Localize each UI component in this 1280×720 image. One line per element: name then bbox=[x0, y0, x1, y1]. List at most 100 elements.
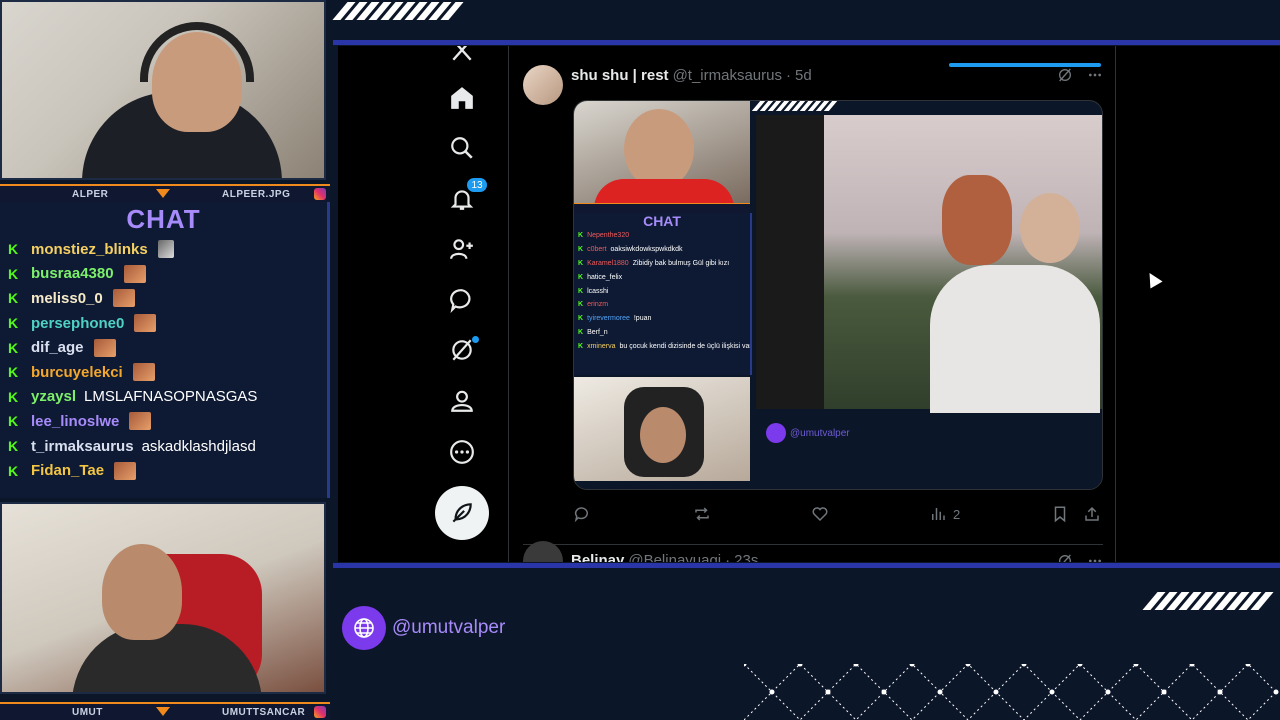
kick-badge-icon: K bbox=[578, 301, 584, 309]
chat-username[interactable]: dif_age bbox=[31, 339, 84, 356]
tweet-time[interactable]: 5d bbox=[795, 67, 812, 84]
grok-icon[interactable] bbox=[426, 330, 498, 370]
more-options-icon[interactable] bbox=[1087, 553, 1103, 563]
chat-message: Kt_irmaksaurus askadklashdjlasd bbox=[0, 434, 327, 459]
chat-message: Klee_linoslwe bbox=[0, 409, 327, 434]
footer-handle-text: @umutvalper bbox=[392, 617, 506, 638]
embedded-chat-username: hatice_felix bbox=[587, 273, 623, 281]
embedded-chat-text: bu çocuk kendi dizisinde de üçlü ilişkis… bbox=[619, 342, 750, 350]
notifications-icon[interactable]: 13 bbox=[426, 177, 498, 219]
tweet-author-handle[interactable]: @t_irmaksaurus bbox=[673, 67, 782, 84]
embedded-chat-username: c0bert bbox=[587, 246, 607, 254]
chat-username[interactable]: persephone0 bbox=[31, 315, 124, 332]
embedded-dark-panel bbox=[756, 115, 824, 409]
messages-icon[interactable] bbox=[426, 280, 498, 320]
emote-icon bbox=[134, 314, 157, 333]
reply-icon bbox=[574, 507, 588, 523]
home-icon[interactable] bbox=[426, 78, 498, 118]
embedded-chat-message: Kerinzm bbox=[574, 298, 750, 312]
chat-message: Kmonstiez_blinks bbox=[0, 237, 327, 262]
tweet-time[interactable]: 23s bbox=[734, 552, 758, 562]
chat-message: K Fidan_Tae bbox=[0, 458, 327, 483]
streamer-name-left: UMUT bbox=[72, 706, 103, 718]
chat-username[interactable]: lee_linoslwe bbox=[31, 413, 119, 430]
streamer-name-right: ALPEER.JPG bbox=[222, 188, 291, 200]
views-button[interactable]: 2 bbox=[929, 505, 960, 523]
tweet-author-name[interactable]: shu shu | rest bbox=[571, 67, 669, 84]
emote-icon bbox=[129, 412, 152, 431]
decor-stripes bbox=[1142, 592, 1274, 610]
next-tweet-header: Belinay @Belinayuagi · 23s bbox=[523, 540, 1103, 563]
dot-separator: · bbox=[725, 552, 731, 562]
streamer-name-right: UMUTTSANCAR bbox=[222, 706, 306, 718]
embedded-chat-message: Ktyirevermoree !puan bbox=[574, 312, 750, 326]
follow-icon[interactable] bbox=[426, 229, 498, 269]
timeline-feed: shu shu | rest @t_irmaksaurus · 5d CHAT … bbox=[508, 46, 1116, 562]
tweet-media[interactable]: CHAT K Nepenthe320 Kc0bert oaksiwkdowkspwkd… bbox=[573, 100, 1103, 490]
chat-username[interactable]: monstiez_blinks bbox=[31, 241, 148, 258]
top-band bbox=[333, 40, 1280, 45]
chat-message: Kbusraa4380 bbox=[0, 262, 327, 287]
tweet-author-handle[interactable]: @Belinayuagi bbox=[628, 552, 721, 562]
compose-post-button[interactable] bbox=[435, 486, 489, 540]
kick-badge-icon: K bbox=[8, 290, 19, 307]
reply-button[interactable] bbox=[573, 505, 591, 523]
webcam-bottom-namebar: UMUT UMUTTSANCAR bbox=[0, 702, 330, 720]
kick-badge-icon: K bbox=[8, 241, 19, 258]
x-logo-icon[interactable] bbox=[426, 46, 498, 70]
instagram-icon bbox=[314, 706, 326, 718]
grok-dot-badge bbox=[472, 336, 479, 343]
tweet-author-name[interactable]: Belinay bbox=[571, 552, 624, 562]
tweet-actions: 2 bbox=[573, 504, 1103, 524]
kick-badge-icon: K bbox=[8, 339, 19, 356]
emote-icon bbox=[93, 338, 116, 357]
chat-text: askadklashdjlasd bbox=[141, 437, 256, 455]
grok-icon[interactable] bbox=[1057, 553, 1073, 563]
kick-badge-icon: K bbox=[578, 287, 584, 295]
embedded-namebar bbox=[574, 203, 750, 213]
embedded-chat-username: xminerva bbox=[587, 342, 616, 350]
repost-button[interactable] bbox=[693, 505, 711, 523]
emote-icon bbox=[114, 461, 137, 480]
like-button[interactable] bbox=[811, 505, 829, 523]
kick-badge-icon: K bbox=[8, 364, 19, 381]
chat-username[interactable]: meliss0_0 bbox=[31, 290, 103, 307]
share-button[interactable] bbox=[1083, 505, 1101, 523]
kick-badge-icon: K bbox=[578, 232, 584, 240]
tweet-header: shu shu | rest @t_irmaksaurus · 5d bbox=[523, 64, 1103, 105]
embedded-chat-username: erinzm bbox=[587, 301, 609, 309]
decor-stripes bbox=[332, 2, 464, 20]
embedded-video bbox=[824, 115, 1102, 415]
embedded-chat-message: Khatice_felix bbox=[574, 270, 750, 284]
share-icon bbox=[1085, 506, 1099, 521]
kick-badge-icon: K bbox=[578, 328, 584, 336]
triangle-icon bbox=[156, 189, 170, 198]
embedded-chat-text: oaksiwkdowkspwkdkdk bbox=[610, 246, 683, 254]
chat-username[interactable]: busraa4380 bbox=[31, 265, 114, 282]
globe-icon bbox=[766, 423, 786, 443]
chat-username[interactable]: burcuyelekci bbox=[31, 364, 123, 381]
heart-icon bbox=[812, 507, 828, 522]
chat-message: Kburcuyelekci bbox=[0, 360, 327, 385]
more-options-icon[interactable] bbox=[1087, 67, 1103, 83]
kick-badge-icon: K bbox=[578, 246, 584, 254]
chat-username[interactable]: yzaysl bbox=[31, 388, 76, 405]
embedded-chat-message: K Berf_n bbox=[574, 326, 750, 340]
embedded-chat-message: K Nepenthe320 bbox=[574, 229, 750, 243]
bookmark-icon bbox=[1054, 506, 1066, 523]
chat-username[interactable]: Fidan_Tae bbox=[31, 462, 104, 479]
globe-icon bbox=[342, 606, 386, 650]
profile-icon[interactable] bbox=[426, 381, 498, 421]
dot-separator: · bbox=[786, 66, 791, 84]
chat-username[interactable]: t_irmaksaurus bbox=[31, 438, 134, 455]
kick-badge-icon: K bbox=[8, 413, 19, 430]
grok-icon[interactable] bbox=[1057, 67, 1073, 83]
avatar[interactable] bbox=[523, 540, 563, 562]
chat-message: Kdif_age bbox=[0, 335, 327, 360]
avatar[interactable] bbox=[523, 65, 563, 105]
emote-icon bbox=[132, 363, 155, 382]
search-icon[interactable] bbox=[426, 128, 498, 168]
more-icon[interactable] bbox=[426, 432, 498, 472]
bookmark-button[interactable] bbox=[1051, 505, 1069, 523]
embedded-chat-message: Kxminerva bu çocuk kendi dizisinde de üçl… bbox=[574, 339, 750, 353]
